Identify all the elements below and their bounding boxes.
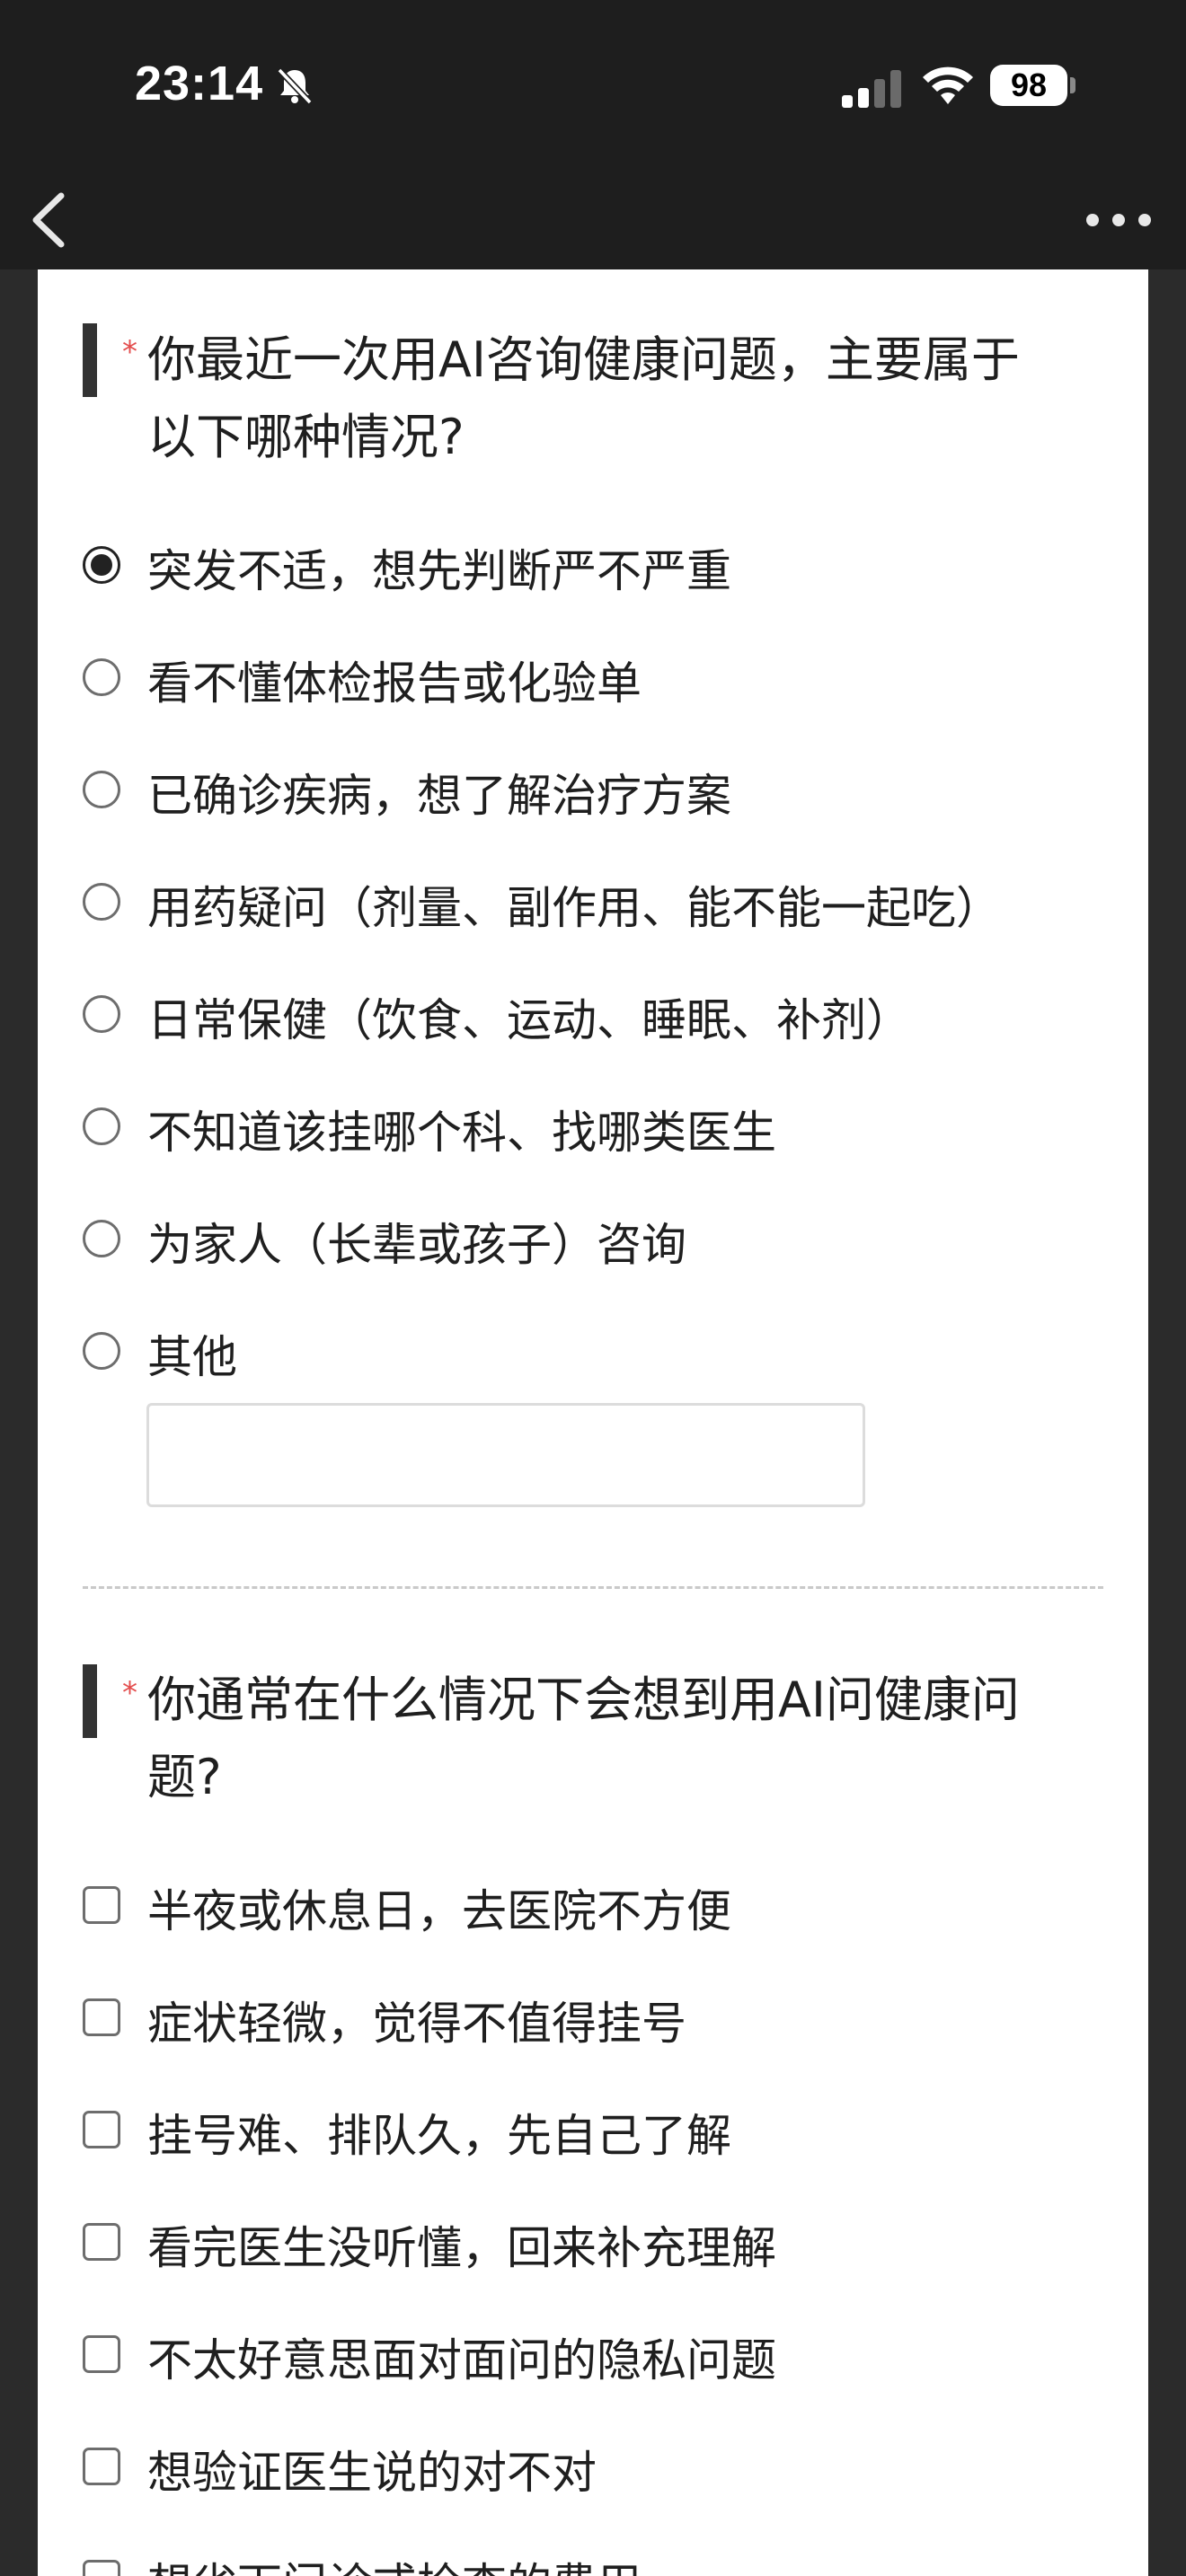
question-title: 你最近一次用AI咨询健康问题，主要属于 以下哪种情况? [147, 322, 1100, 476]
checkbox[interactable] [83, 1886, 120, 1924]
checkbox[interactable] [83, 2335, 120, 2373]
question-marker [83, 1664, 97, 1738]
option-label: 看完医生没听懂，回来补充理解 [147, 2222, 776, 2274]
radio-option[interactable]: 其他 [83, 1312, 1071, 1393]
question-marker [83, 323, 97, 397]
status-time: 23:14 [135, 57, 264, 110]
option-label: 突发不适，想先判断严不严重 [147, 545, 731, 597]
question-title-line: 你通常在什么情况下会想到用AI问健康问 [147, 1672, 1020, 1728]
battery-cap [1070, 77, 1075, 93]
checkbox-option[interactable]: 想省下门诊或检查的费用 [83, 2540, 1071, 2576]
radio-button[interactable] [83, 658, 120, 696]
section-divider [83, 1586, 1103, 1589]
option-label: 挂号难、排队久，先自己了解 [147, 2110, 731, 2162]
question-title-line: 题? [147, 1749, 222, 1805]
status-bar: 23:14 98 [0, 0, 1186, 171]
background-left [0, 269, 38, 2576]
radio-option[interactable]: 不知道该挂哪个科、找哪类医生 [83, 1088, 1071, 1169]
required-mark: * [122, 1675, 137, 1711]
option-label: 想省下门诊或检查的费用 [147, 2549, 642, 2576]
question-title-line: 你最近一次用AI咨询健康问题，主要属于 [147, 331, 1020, 388]
wifi-icon [923, 66, 973, 104]
checkbox[interactable] [83, 1998, 120, 2036]
checkbox-option[interactable]: 不太好意思面对面问的隐私问题 [83, 2316, 1071, 2396]
chevron-left-icon[interactable] [23, 189, 77, 251]
radio-selected[interactable] [83, 546, 120, 584]
radio-option[interactable]: 已确诊疾病，想了解治疗方案 [83, 751, 1071, 832]
option-label: 其他 [147, 1331, 237, 1383]
option-label: 已确诊疾病，想了解治疗方案 [147, 770, 731, 822]
checkbox[interactable] [83, 2448, 120, 2485]
radio-option[interactable]: 用药疑问（剂量、副作用、能不能一起吃） [83, 863, 1071, 944]
question-title-line: 以下哪种情况? [147, 409, 465, 465]
radio-button[interactable] [83, 771, 120, 808]
battery-icon: 98 [990, 65, 1067, 106]
checkbox[interactable] [83, 2223, 120, 2261]
option-label: 想验证医生说的对不对 [147, 2447, 597, 2499]
option-label: 半夜或休息日，去医院不方便 [147, 1885, 731, 1937]
survey-card: * 你最近一次用AI咨询健康问题，主要属于 以下哪种情况? 突发不适，想先判断严… [38, 269, 1148, 2576]
option-label: 不太好意思面对面问的隐私问题 [147, 2334, 776, 2386]
radio-button[interactable] [83, 1332, 120, 1370]
question-title: 你通常在什么情况下会想到用AI问健康问 题? [147, 1662, 1100, 1816]
checkbox[interactable] [83, 2111, 120, 2148]
option-label: 看不懂体检报告或化验单 [147, 657, 642, 710]
checkbox-option[interactable]: 半夜或休息日，去医院不方便 [83, 1866, 1071, 1947]
option-label: 用药疑问（剂量、副作用、能不能一起吃） [147, 882, 1001, 934]
option-label: 为家人（长辈或孩子）咨询 [147, 1219, 686, 1271]
option-label: 症状轻微，觉得不值得挂号 [147, 1998, 686, 2050]
radio-button[interactable] [83, 883, 120, 921]
radio-button[interactable] [83, 995, 120, 1033]
option-label: 日常保健（饮食、运动、睡眠、补剂） [147, 994, 911, 1046]
radio-option[interactable]: 为家人（长辈或孩子）咨询 [83, 1200, 1071, 1281]
checkbox-option[interactable]: 想验证医生说的对不对 [83, 2428, 1071, 2509]
option-label: 不知道该挂哪个科、找哪类医生 [147, 1107, 776, 1159]
radio-button[interactable] [83, 1107, 120, 1145]
radio-button[interactable] [83, 1220, 120, 1257]
nav-bar [0, 171, 1186, 269]
radio-option[interactable]: 日常保健（饮食、运动、睡眠、补剂） [83, 975, 1071, 1056]
required-mark: * [122, 334, 137, 370]
background-right [1148, 269, 1186, 2576]
checkbox-option[interactable]: 看完医生没听懂，回来补充理解 [83, 2203, 1071, 2284]
checkbox-option[interactable]: 症状轻微，觉得不值得挂号 [83, 1979, 1071, 2060]
radio-option[interactable]: 看不懂体检报告或化验单 [83, 639, 1071, 719]
bell-slash-icon [277, 67, 313, 105]
other-text-input[interactable] [146, 1403, 865, 1507]
radio-option[interactable]: 突发不适，想先判断严不严重 [83, 526, 1071, 607]
checkbox[interactable] [83, 2560, 120, 2576]
checkbox-option[interactable]: 挂号难、排队久，先自己了解 [83, 2091, 1071, 2172]
more-dots-icon[interactable] [1078, 198, 1159, 243]
signal-icon [842, 70, 901, 108]
